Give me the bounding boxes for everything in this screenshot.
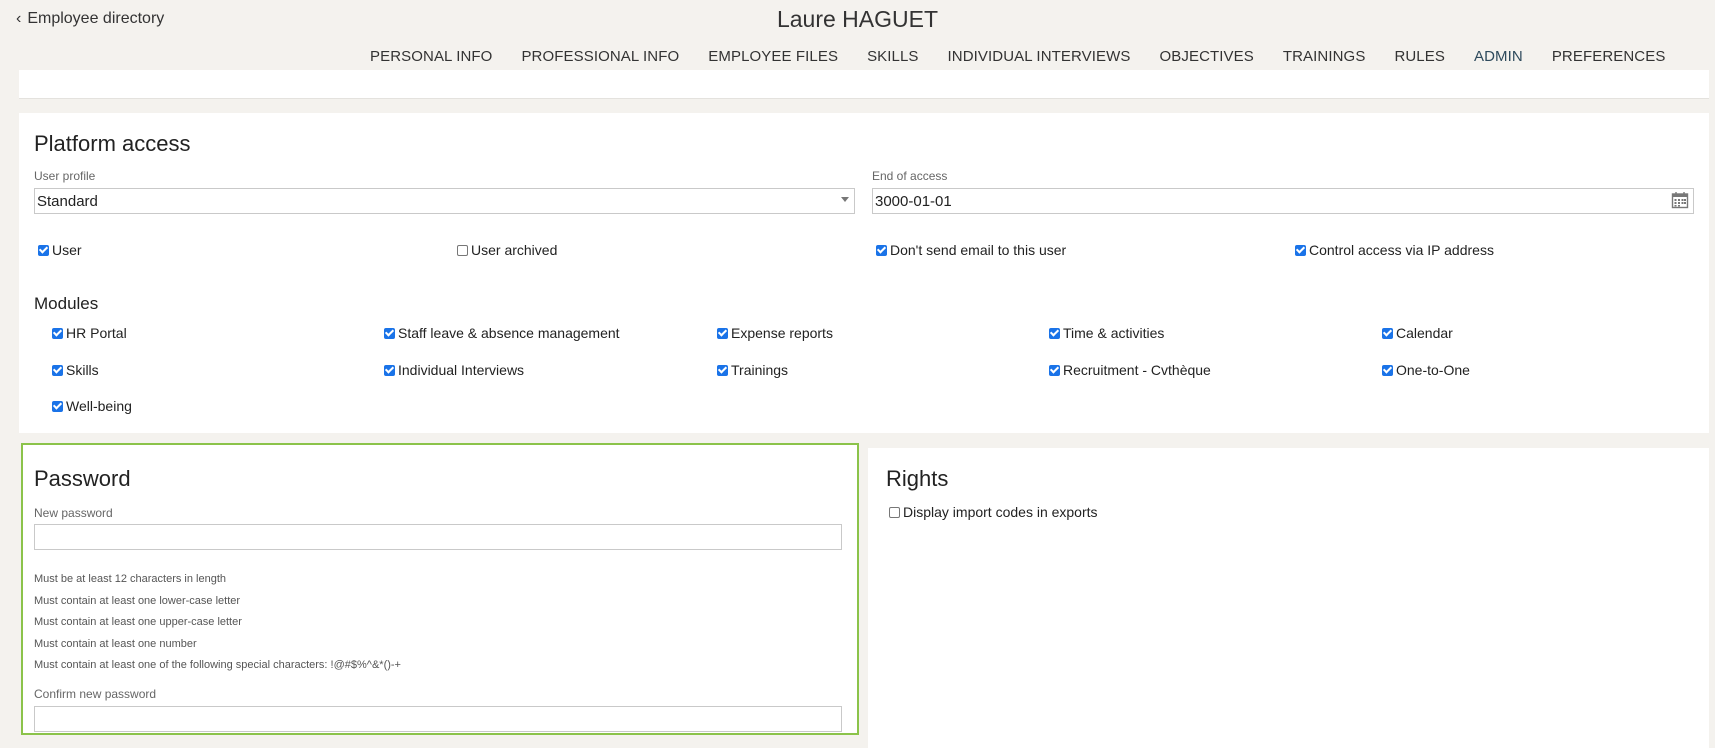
checkbox-checked-icon [1382, 327, 1393, 339]
module-label: Staff leave & absence management [398, 325, 620, 341]
checkbox-checked-icon [52, 400, 63, 412]
end-of-access-label: End of access [872, 169, 948, 183]
profile-tabs: PERSONAL INFO PROFESSIONAL INFO EMPLOYEE… [370, 48, 1694, 72]
platform-access-title: Platform access [34, 131, 191, 156]
confirm-password-input[interactable] [34, 706, 842, 732]
module-one-to-one-checkbox[interactable]: One-to-One [1382, 362, 1470, 378]
checkbox-checked-icon [1049, 364, 1060, 376]
module-recruitment-checkbox[interactable]: Recruitment - Cvthèque [1049, 362, 1211, 378]
checkbox-checked-icon [52, 327, 63, 339]
control-access-ip-label: Control access via IP address [1309, 242, 1494, 258]
module-calendar-checkbox[interactable]: Calendar [1382, 325, 1453, 341]
module-individual-interviews-checkbox[interactable]: Individual Interviews [384, 362, 524, 378]
caret-down-icon [841, 197, 849, 202]
checkbox-checked-icon [1382, 364, 1393, 376]
tab-individual-interviews[interactable]: INDIVIDUAL INTERVIEWS [947, 48, 1131, 72]
checkbox-unchecked-icon [457, 244, 468, 256]
module-label: HR Portal [66, 325, 127, 341]
confirm-password-label: Confirm new password [34, 687, 157, 701]
password-title: Password [34, 466, 131, 491]
tab-skills[interactable]: SKILLS [867, 48, 919, 72]
platform-access-card: Platform access User profile Standard En… [19, 113, 1709, 433]
user-profile-label: User profile [34, 169, 96, 183]
module-label: Well-being [66, 398, 132, 414]
password-card: Password New password Must be at least 1… [21, 443, 859, 735]
display-import-codes-checkbox[interactable]: Display import codes in exports [889, 504, 1098, 520]
user-profile-value: Standard [37, 192, 98, 210]
display-import-codes-label: Display import codes in exports [903, 504, 1098, 520]
module-hr-portal-checkbox[interactable]: HR Portal [52, 325, 127, 341]
new-password-input[interactable] [34, 524, 842, 550]
rights-card: Rights Display import codes in exports [868, 448, 1709, 748]
dont-send-email-label: Don't send email to this user [890, 242, 1067, 258]
tab-professional-info[interactable]: PROFESSIONAL INFO [521, 48, 680, 72]
module-skills-checkbox[interactable]: Skills [52, 362, 99, 378]
module-staff-leave-checkbox[interactable]: Staff leave & absence management [384, 325, 620, 341]
tab-objectives[interactable]: OBJECTIVES [1159, 48, 1254, 72]
module-label: Expense reports [731, 325, 833, 341]
previous-section-card [19, 70, 1709, 99]
checkbox-checked-icon [717, 327, 728, 339]
user-archived-checkbox[interactable]: User archived [457, 242, 557, 258]
module-time-activities-checkbox[interactable]: Time & activities [1049, 325, 1164, 341]
module-label: One-to-One [1396, 362, 1470, 378]
calendar-icon[interactable] [1671, 191, 1689, 209]
end-of-access-value: 3000-01-01 [875, 192, 952, 210]
checkbox-checked-icon [384, 364, 395, 376]
user-archived-label: User archived [471, 242, 558, 258]
module-expense-reports-checkbox[interactable]: Expense reports [717, 325, 833, 341]
tab-admin[interactable]: ADMIN [1473, 48, 1523, 72]
password-rule: Must contain at least one lower-case let… [34, 595, 241, 607]
password-rule: Must contain at least one of the followi… [34, 659, 401, 671]
password-rule: Must contain at least one number [34, 638, 197, 650]
checkbox-checked-icon [876, 244, 887, 256]
checkbox-checked-icon [52, 364, 63, 376]
user-checkbox[interactable]: User [38, 242, 82, 258]
rights-title: Rights [886, 466, 949, 491]
module-trainings-checkbox[interactable]: Trainings [717, 362, 788, 378]
page-header: ‹ Employee directory Laure HAGUET PERSON… [0, 0, 1715, 72]
tab-personal-info[interactable]: PERSONAL INFO [370, 48, 493, 72]
user-checkbox-label: User [52, 242, 82, 258]
module-label: Calendar [1396, 325, 1453, 341]
modules-title: Modules [34, 294, 99, 313]
employee-name: Laure HAGUET [776, 6, 939, 32]
password-rule: Must contain at least one upper-case let… [34, 616, 242, 628]
checkbox-checked-icon [38, 244, 49, 256]
checkbox-checked-icon [384, 327, 395, 339]
dont-send-email-checkbox[interactable]: Don't send email to this user [876, 242, 1066, 258]
checkbox-checked-icon [1295, 244, 1306, 256]
module-label: Time & activities [1063, 325, 1165, 341]
tab-employee-files[interactable]: EMPLOYEE FILES [708, 48, 839, 72]
password-rule: Must be at least 12 characters in length [34, 573, 226, 585]
checkbox-checked-icon [717, 364, 728, 376]
module-label: Individual Interviews [398, 362, 525, 378]
new-password-label: New password [34, 506, 113, 520]
module-label: Recruitment - Cvthèque [1063, 362, 1211, 378]
module-label: Trainings [731, 362, 789, 378]
checkbox-checked-icon [1049, 327, 1060, 339]
checkbox-unchecked-icon [889, 506, 900, 518]
tab-trainings[interactable]: TRAININGS [1282, 48, 1366, 72]
end-of-access-input[interactable]: 3000-01-01 [872, 188, 1694, 214]
module-label: Skills [66, 362, 99, 378]
control-access-ip-checkbox[interactable]: Control access via IP address [1295, 242, 1494, 258]
tab-rules[interactable]: RULES [1394, 48, 1445, 72]
tab-preferences[interactable]: PREFERENCES [1551, 48, 1666, 72]
user-profile-select[interactable]: Standard [34, 188, 855, 214]
module-well-being-checkbox[interactable]: Well-being [52, 398, 132, 414]
